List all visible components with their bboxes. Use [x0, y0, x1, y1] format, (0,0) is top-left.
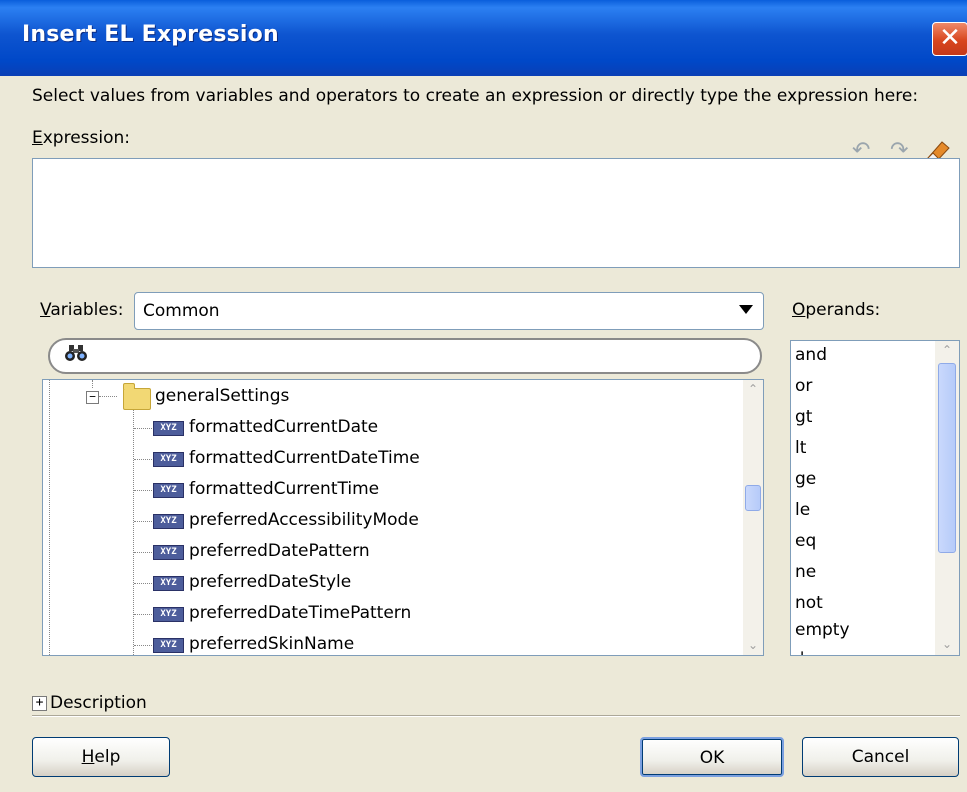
variable-icon: XYZ	[153, 514, 184, 529]
tree-item-label: preferredAccessibilityMode	[189, 510, 419, 530]
tree-scroll-thumb[interactable]	[745, 485, 761, 511]
expression-mnemonic: E	[32, 128, 43, 148]
footer-divider	[32, 715, 960, 717]
chevron-down-icon[interactable]	[739, 305, 753, 314]
tree-item-label: preferredSkinName	[189, 634, 355, 654]
tree-item-label: preferredDateTimePattern	[189, 603, 412, 623]
operands-label-rest: perands:	[805, 300, 881, 320]
tree-connector	[134, 552, 152, 553]
tree-scrollbar[interactable]: ⌃ ⌄	[743, 380, 763, 655]
operands-mnemonic: O	[792, 300, 806, 320]
cancel-button[interactable]: Cancel	[802, 737, 959, 777]
scroll-down-icon[interactable]: ⌄	[938, 635, 956, 653]
tree-connector	[134, 521, 152, 522]
variables-mnemonic: V	[40, 300, 51, 320]
tree-folder-row[interactable]: − generalSettings	[43, 382, 733, 412]
tree-connector	[99, 396, 117, 397]
expand-icon[interactable]: +	[32, 696, 47, 711]
help-button[interactable]: Help	[32, 737, 170, 777]
tree-item[interactable]: XYZ preferredAccessibilityMode	[43, 506, 733, 536]
tree-connector	[134, 459, 152, 460]
dialog-title: Insert EL Expression	[22, 22, 279, 47]
operands-scrollbar[interactable]: ⌃ ⌄	[935, 341, 959, 655]
binoculars-icon-graphic	[65, 345, 87, 361]
folder-icon	[123, 383, 151, 410]
variables-label: Variables:	[40, 300, 123, 320]
scroll-up-icon[interactable]: ⌃	[938, 341, 956, 359]
operands-label: Operands:	[792, 300, 880, 320]
variable-icon: XYZ	[153, 576, 184, 591]
variable-icon: XYZ	[153, 638, 184, 653]
operand-item[interactable]: gt	[795, 407, 812, 427]
tree-connector	[134, 490, 152, 491]
variable-icon: XYZ	[153, 483, 184, 498]
description-label[interactable]: Description	[50, 693, 147, 713]
operands-list[interactable]: and or gt lt ge le eq ne not empty + ⌃ ⌄	[790, 340, 960, 656]
tree-item[interactable]: XYZ preferredDatePattern	[43, 537, 733, 567]
tree-item-label: preferredDatePattern	[189, 541, 370, 561]
operand-item[interactable]: ne	[795, 562, 816, 582]
tree-item-label: formattedCurrentDateTime	[189, 448, 420, 468]
operand-item[interactable]: eq	[795, 531, 816, 551]
operand-item[interactable]: and	[795, 345, 827, 365]
scroll-up-icon[interactable]: ⌃	[744, 380, 762, 398]
operand-item[interactable]: ge	[795, 469, 816, 489]
tree-item[interactable]: XYZ formattedCurrentDateTime	[43, 444, 733, 474]
operands-scroll-thumb[interactable]	[938, 363, 956, 553]
tree-item[interactable]: XYZ preferredDateStyle	[43, 568, 733, 598]
variables-selected-value: Common	[143, 301, 220, 321]
expression-label-rest: xpression:	[42, 128, 131, 148]
expression-label: Expression:	[32, 128, 130, 148]
variable-icon: XYZ	[153, 607, 184, 622]
variables-tree[interactable]: − generalSettings XYZ formattedCurrentDa…	[42, 379, 764, 656]
insert-el-expression-dialog: Insert EL Expression ✕ Select values fro…	[0, 0, 967, 792]
variable-icon: XYZ	[153, 452, 184, 467]
variable-icon: XYZ	[153, 545, 184, 560]
operand-item[interactable]: lt	[795, 438, 806, 458]
tree-connector	[134, 645, 152, 646]
variables-search-input[interactable]	[48, 338, 762, 374]
variables-label-rest: ariables:	[50, 300, 124, 320]
tree-item-label: formattedCurrentDate	[189, 417, 379, 437]
tree-item[interactable]: XYZ preferredDateTimePattern	[43, 599, 733, 629]
tree-folder-label: generalSettings	[155, 386, 290, 406]
tree-item[interactable]: XYZ formattedCurrentTime	[43, 475, 733, 505]
help-label-rest: elp	[94, 747, 121, 767]
operand-item[interactable]: +	[795, 647, 809, 655]
instruction-text: Select values from variables and operato…	[32, 86, 919, 106]
tree-connector	[134, 614, 152, 615]
tree-connector	[134, 583, 152, 584]
scroll-down-icon[interactable]: ⌄	[744, 636, 762, 654]
tree-item[interactable]: XYZ preferredSkinName	[43, 630, 733, 655]
variable-icon: XYZ	[153, 421, 184, 436]
close-icon[interactable]: ✕	[932, 22, 967, 56]
operand-item[interactable]: empty	[795, 620, 850, 640]
binoculars-icon	[64, 344, 88, 367]
ok-button[interactable]: OK	[640, 737, 784, 777]
operand-item[interactable]: le	[795, 500, 810, 520]
collapse-icon[interactable]: −	[86, 391, 99, 404]
operand-item[interactable]: or	[795, 376, 812, 396]
tree-item-label: preferredDateStyle	[189, 572, 352, 592]
expression-input[interactable]	[32, 158, 960, 268]
tree-item[interactable]: XYZ formattedCurrentDate	[43, 413, 733, 443]
variables-select[interactable]: Common	[134, 292, 764, 330]
help-mnemonic: H	[81, 747, 95, 767]
tree-connector	[134, 428, 152, 429]
title-bar[interactable]: Insert EL Expression ✕	[0, 0, 967, 76]
operand-item[interactable]: not	[795, 593, 823, 613]
tree-item-label: formattedCurrentTime	[189, 479, 380, 499]
